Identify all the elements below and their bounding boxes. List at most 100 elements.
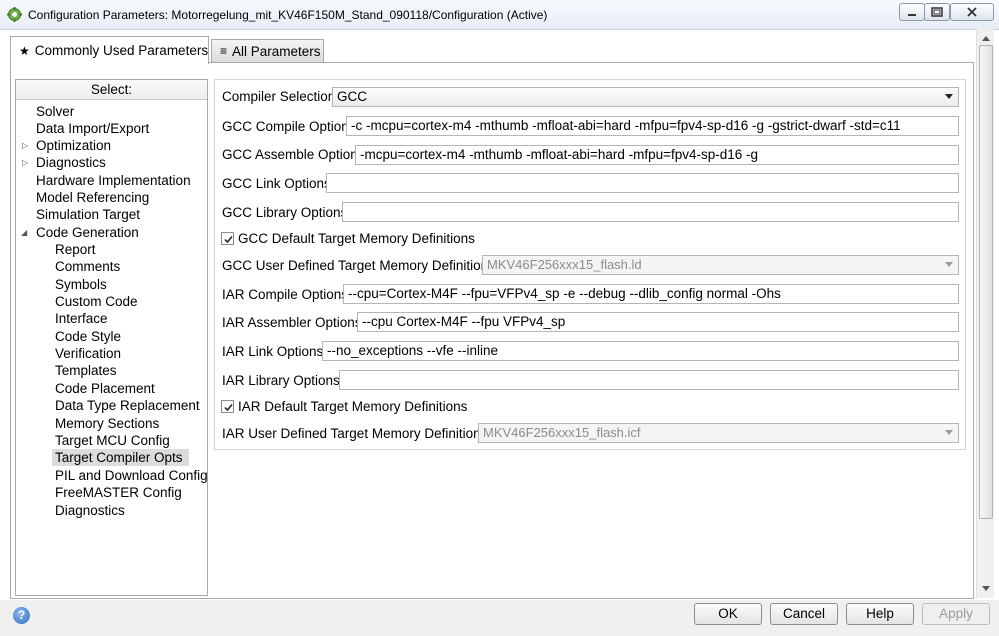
gcc-default-memory-checkbox[interactable] (221, 232, 234, 245)
tab-all-parameters[interactable]: ≡ All Parameters (211, 39, 324, 62)
tree-item-pil-and-download-config[interactable]: PIL and Download Config (55, 467, 208, 484)
tree-item-label: Interface (55, 311, 108, 326)
window-title: Configuration Parameters: Motorregelung_… (28, 8, 548, 22)
tree-item-target-compiler-opts[interactable]: Target Compiler Opts (52, 449, 189, 466)
iar-link-options-input[interactable]: --no_exceptions --vfe --inline (322, 341, 959, 361)
tree-item-data-type-replacement[interactable]: Data Type Replacement (55, 397, 200, 414)
tree-header: Select: (16, 80, 207, 100)
gcc-compile-options-input[interactable]: -c -mcpu=cortex-m4 -mthumb -mfloat-abi=h… (346, 116, 959, 136)
iar-default-memory-label: IAR Default Target Memory Definitions (238, 399, 468, 414)
tree-item-diagnostics-sub[interactable]: Diagnostics (55, 502, 125, 519)
tree-item-custom-code[interactable]: Custom Code (55, 293, 138, 310)
tree-item-label: PIL and Download Config (55, 468, 208, 483)
tab-commonly-used-parameters[interactable]: ★ Commonly Used Parameters (10, 36, 209, 64)
star-icon: ★ (19, 43, 30, 58)
compiler-selection-label: Compiler Selection (222, 89, 336, 104)
tree-item-label: Optimization (36, 138, 112, 153)
scroll-down-icon[interactable] (982, 586, 990, 591)
minimize-button[interactable] (899, 3, 925, 21)
tree-item-label: Memory Sections (55, 416, 160, 431)
tree-item-label: Comments (55, 259, 121, 274)
tree-item-label: Hardware Implementation (36, 173, 191, 188)
title-bar: Configuration Parameters: Motorregelung_… (0, 0, 999, 30)
tree-item-data-import-export[interactable]: Data Import/Export (36, 120, 149, 137)
expand-arrow-icon[interactable]: ▷ (22, 158, 28, 167)
expand-arrow-icon[interactable]: ▷ (22, 141, 28, 150)
gcc-assemble-options-input[interactable]: -mcpu=cortex-m4 -mthumb -mfloat-abi=hard… (355, 145, 959, 165)
tree-item-label: Solver (36, 104, 75, 119)
apply-button[interactable]: Apply (922, 603, 990, 625)
tab-label: Commonly Used Parameters (34, 43, 209, 58)
tree-item-label: Data Import/Export (36, 121, 150, 136)
tree-item-model-referencing[interactable]: Model Referencing (36, 189, 149, 206)
category-tree: Select: Solver Data Import/Export ▷ Opti… (15, 79, 208, 596)
tree-item-memory-sections[interactable]: Memory Sections (55, 415, 159, 432)
vertical-scrollbar[interactable] (976, 29, 994, 598)
tree-item-label: Code Placement (55, 381, 155, 396)
tree-item-templates[interactable]: Templates (55, 362, 117, 379)
tree-item-hardware-implementation[interactable]: Hardware Implementation (36, 172, 191, 189)
maximize-button[interactable] (924, 3, 950, 21)
tree-item-target-mcu-config[interactable]: Target MCU Config (55, 432, 170, 449)
iar-user-memory-value: MKV46F256xxx15_flash.icf (483, 425, 641, 440)
help-button[interactable]: Help (846, 603, 914, 625)
tree-item-interface[interactable]: Interface (55, 310, 108, 327)
tree-item-label: Report (55, 242, 96, 257)
list-icon: ≡ (220, 44, 228, 58)
cancel-button[interactable]: Cancel (770, 603, 838, 625)
scroll-up-icon[interactable] (982, 36, 990, 41)
chevron-down-icon (945, 430, 953, 435)
tree-item-label: Diagnostics (36, 155, 106, 170)
tree-item-simulation-target[interactable]: Simulation Target (36, 206, 140, 223)
iar-default-memory-checkbox[interactable] (221, 400, 234, 413)
tree-item-freemaster-config[interactable]: FreeMASTER Config (55, 484, 182, 501)
tree-item-solver[interactable]: Solver (36, 103, 74, 120)
tree-item-label: Diagnostics (55, 503, 125, 518)
compiler-selection-dropdown[interactable]: GCC (332, 87, 959, 107)
ok-button[interactable]: OK (694, 603, 762, 625)
tree-item-label: Target Compiler Opts (55, 450, 183, 465)
tree-item-diagnostics[interactable]: Diagnostics (36, 154, 106, 171)
tree-item-label: Symbols (55, 277, 107, 292)
iar-assembler-options-input[interactable]: --cpu Cortex-M4F --fpu VFPv4_sp (357, 312, 959, 332)
tree-item-symbols[interactable]: Symbols (55, 276, 107, 293)
tree-item-code-style[interactable]: Code Style (55, 328, 121, 345)
tab-label: All Parameters (232, 43, 321, 59)
gcc-user-memory-value: MKV46F256xxx15_flash.ld (487, 257, 642, 272)
tree-item-verification[interactable]: Verification (55, 345, 121, 362)
tree-item-label: FreeMASTER Config (55, 485, 182, 500)
checkmark-icon (224, 235, 233, 244)
tree-item-optimization[interactable]: Optimization (36, 137, 111, 154)
tree-item-report[interactable]: Report (55, 241, 96, 258)
gcc-user-memory-label: GCC User Defined Target Memory Definitio… (222, 258, 495, 273)
iar-library-options-label: IAR Library Options (222, 373, 340, 388)
gcc-user-memory-dropdown: MKV46F256xxx15_flash.ld (482, 255, 959, 275)
checkmark-icon (224, 403, 233, 412)
tree-item-label: Templates (55, 363, 117, 378)
chevron-down-icon (945, 262, 953, 267)
tree-item-label: Data Type Replacement (55, 398, 200, 413)
iar-link-options-label: IAR Link Options (222, 344, 324, 359)
collapse-arrow-icon[interactable]: ◢ (21, 228, 27, 237)
tree-item-label: Model Referencing (36, 190, 150, 205)
tree-item-code-generation[interactable]: Code Generation (36, 224, 139, 241)
close-icon (967, 7, 977, 17)
tree-item-comments[interactable]: Comments (55, 258, 120, 275)
gcc-assemble-options-label: GCC Assemble Options (222, 147, 365, 162)
tree-item-label: Target MCU Config (55, 433, 170, 448)
tree-item-label: Code Generation (36, 225, 139, 240)
tree-item-label: Simulation Target (36, 207, 141, 222)
tree-item-code-placement[interactable]: Code Placement (55, 380, 155, 397)
iar-assembler-options-label: IAR Assembler Options (222, 315, 362, 330)
restore-icon (931, 7, 943, 17)
gcc-library-options-input[interactable] (342, 202, 959, 222)
simulink-config-icon (7, 7, 22, 22)
help-icon[interactable]: ? (13, 607, 30, 624)
close-button[interactable] (950, 3, 994, 21)
scrollbar-thumb[interactable] (979, 45, 993, 519)
iar-library-options-input[interactable] (339, 370, 959, 390)
iar-user-memory-dropdown: MKV46F256xxx15_flash.icf (478, 423, 959, 443)
iar-compile-options-input[interactable]: --cpu=Cortex-M4F --fpu=VFPv4_sp -e --deb… (343, 284, 959, 304)
gcc-link-options-label: GCC Link Options (222, 176, 331, 191)
gcc-link-options-input[interactable] (326, 173, 959, 193)
